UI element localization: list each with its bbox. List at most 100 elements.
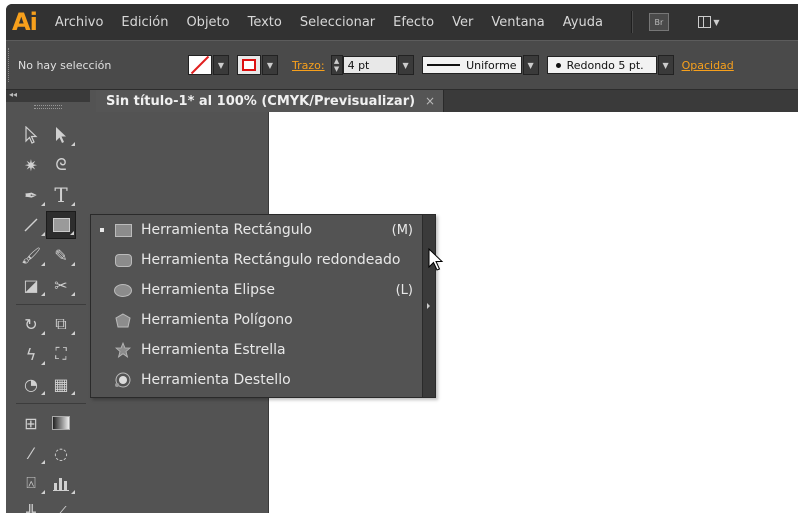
paintbrush-tool[interactable]: 🖌	[16, 241, 46, 269]
scale-icon: ⧉	[55, 314, 67, 333]
stroke-weight-field[interactable]: 4 pt	[342, 56, 397, 74]
bridge-button[interactable]: Br	[648, 13, 669, 31]
selection-status: No hay selección	[18, 58, 112, 72]
flyout-item-star[interactable]: Herramienta Estrella	[91, 335, 435, 365]
blend-tool[interactable]: ◌	[46, 439, 76, 467]
paintbrush-icon: 🖌	[20, 245, 42, 265]
menu-ventana[interactable]: Ventana	[491, 15, 544, 30]
arrow-icon	[56, 127, 66, 143]
fill-swatch[interactable]	[188, 55, 212, 75]
flyout-item-ellipse[interactable]: Herramienta Elipse (L)	[91, 275, 435, 305]
profile-dropdown[interactable]: ▼	[522, 55, 539, 75]
menu-edicion[interactable]: Edición	[121, 15, 168, 30]
menu-ver[interactable]: Ver	[452, 15, 473, 30]
slice-tool[interactable]: ⟋	[46, 499, 76, 513]
magic-wand-tool[interactable]: ✷	[16, 151, 46, 179]
shape-builder-tool[interactable]: ◔	[16, 370, 46, 398]
free-transform-icon: ⛶	[55, 344, 67, 363]
mouse-pointer-icon	[428, 248, 444, 271]
menu-objeto[interactable]: Objeto	[186, 15, 229, 30]
ellipse-icon	[114, 283, 132, 297]
brush-dot-icon	[555, 62, 561, 68]
gradient-icon	[52, 416, 70, 430]
gradient-tool[interactable]	[46, 409, 76, 437]
control-panel: No hay selección ▼ ▼ Trazo: ▲ ▼ 4 pt ▼ Un…	[6, 40, 798, 90]
stroke-panel-link[interactable]: Trazo:	[292, 59, 325, 72]
eyedropper-tool[interactable]: ⁄	[16, 439, 46, 467]
direct-selection-tool[interactable]	[16, 121, 46, 149]
stroke-weight-stepper[interactable]: ▲ ▼	[330, 55, 343, 75]
tools-collapse-button[interactable]: ◂◂	[6, 90, 90, 102]
menu-texto[interactable]: Texto	[248, 15, 282, 30]
profile-label: Uniforme	[466, 58, 517, 72]
rectangle-icon	[52, 218, 70, 232]
flyout-item-rounded-rectangle[interactable]: Herramienta Rectángulo redondeado	[91, 245, 435, 275]
menu-bar: Ai Archivo Edición Objeto Texto Seleccio…	[6, 4, 798, 40]
mesh-tool[interactable]: ⊞	[16, 409, 46, 437]
menu-seleccionar[interactable]: Seleccionar	[300, 15, 375, 30]
brush-dropdown[interactable]: ▼	[657, 55, 674, 75]
mesh-icon: ⊞	[24, 413, 38, 433]
rotate-tool[interactable]: ↻	[16, 310, 46, 338]
scale-tool[interactable]: ⧉	[46, 310, 76, 338]
shape-builder-icon: ◔	[24, 374, 38, 394]
menu-archivo[interactable]: Archivo	[55, 15, 104, 30]
document-tab[interactable]: Sin título-1* al 100% (CMYK/Previsualiza…	[96, 90, 445, 112]
rectangle-tool[interactable]	[46, 211, 76, 239]
profile-line-icon	[426, 64, 461, 66]
selected-indicator	[91, 228, 113, 232]
perspective-grid-tool[interactable]: ▦	[46, 370, 76, 398]
star-icon	[115, 342, 131, 358]
menu-ayuda[interactable]: Ayuda	[563, 15, 603, 30]
flyout-item-polygon[interactable]: Herramienta Polígono	[91, 305, 435, 335]
flyout-item-flare[interactable]: Herramienta Destello	[91, 365, 435, 395]
variable-width-profile[interactable]: Uniforme	[421, 56, 522, 74]
stroke-swatch[interactable]	[237, 55, 261, 75]
chevron-down-icon: ▼	[713, 17, 720, 27]
hollow-arrow-icon	[25, 126, 38, 144]
tools-panel: ◂◂ ✷ ᘓ ✒ T 🖌 ✎ ◪ ✂ ↻ ⧉ ϟ ⛶ ◔ ▦ ⊞ ⁄ ◌ ⍓ ╬…	[6, 90, 90, 513]
type-tool[interactable]: T	[46, 181, 76, 209]
fill-dropdown[interactable]: ▼	[213, 55, 229, 75]
type-icon: T	[54, 183, 68, 207]
slice-icon: ⟋	[55, 503, 67, 513]
brush-definition[interactable]: Redondo 5 pt.	[546, 56, 657, 74]
flyout-item-label: Herramienta Rectángulo	[141, 222, 313, 238]
rotate-icon: ↻	[24, 314, 38, 334]
flyout-tearoff-bar[interactable]	[422, 215, 435, 397]
line-segment-tool[interactable]	[16, 211, 46, 239]
free-transform-tool[interactable]: ⛶	[46, 340, 76, 368]
flyout-item-rectangle[interactable]: Herramienta Rectángulo (M)	[91, 215, 435, 245]
panel-grip[interactable]	[8, 48, 12, 82]
symbol-sprayer-icon: ⍓	[26, 473, 36, 492]
column-graph-tool[interactable]	[46, 469, 76, 497]
pencil-tool[interactable]: ✎	[46, 241, 76, 269]
artboard-tool[interactable]: ╬	[16, 499, 46, 513]
shortcut-label: (M)	[391, 222, 413, 238]
lasso-tool[interactable]: ᘓ	[46, 151, 76, 179]
tools-grip[interactable]	[6, 102, 90, 112]
menu-efecto[interactable]: Efecto	[393, 15, 434, 30]
flyout-item-label: Herramienta Polígono	[141, 312, 293, 328]
workspace-switcher[interactable]: ▼	[695, 13, 723, 31]
close-icon[interactable]: ×	[425, 94, 435, 108]
stroke-dropdown[interactable]: ▼	[262, 55, 278, 75]
shortcut-label: (L)	[395, 282, 413, 298]
scissors-tool[interactable]: ✂	[46, 271, 76, 299]
menu-separator	[630, 11, 633, 33]
brush-label: Redondo 5 pt.	[566, 58, 644, 72]
symbol-sprayer-tool[interactable]: ⍓	[16, 469, 46, 497]
rounded-rectangle-icon	[114, 253, 132, 267]
width-tool[interactable]: ϟ	[16, 340, 46, 368]
pen-icon: ✒	[24, 185, 38, 205]
document-tab-bar: Sin título-1* al 100% (CMYK/Previsualiza…	[96, 90, 798, 112]
line-icon	[24, 218, 38, 232]
pen-tool[interactable]: ✒	[16, 181, 46, 209]
opacity-link[interactable]: Opacidad	[682, 59, 734, 72]
blob-brush-tool[interactable]: ◪	[16, 271, 46, 299]
flare-icon	[115, 372, 131, 388]
app-logo: Ai	[12, 8, 38, 36]
selection-tool[interactable]	[46, 121, 76, 149]
stroke-weight-dropdown[interactable]: ▼	[397, 55, 414, 75]
scissors-icon: ✂	[54, 275, 68, 295]
